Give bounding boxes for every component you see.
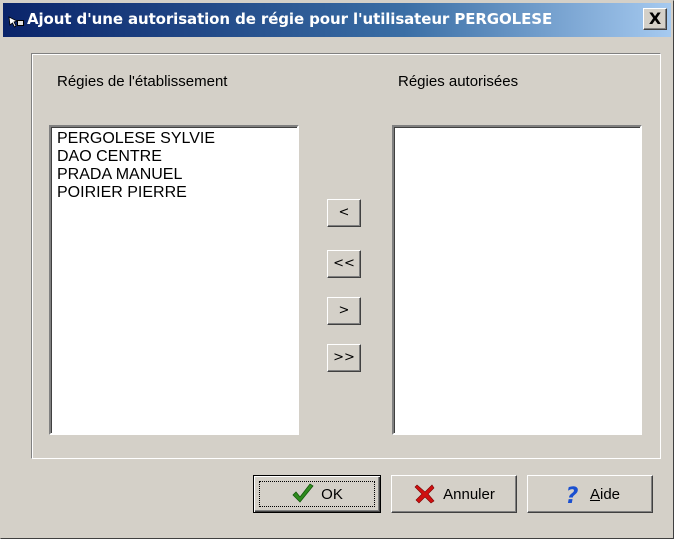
close-icon: X (648, 9, 662, 28)
dialog-window: Ajout d'une autorisation de régie pour l… (0, 0, 674, 539)
list-item[interactable]: POIRIER PIERRE (51, 184, 215, 202)
ok-button[interactable]: OK (253, 475, 381, 513)
available-regies-label: Régies de l'établissement (57, 73, 228, 90)
cancel-button[interactable]: Annuler (391, 475, 517, 513)
authorized-regies-label: Régies autorisées (398, 73, 519, 90)
help-label-rest: ide (599, 485, 621, 503)
add-one-button[interactable]: > (327, 297, 361, 325)
help-button[interactable]: ? Aide (527, 475, 653, 513)
available-regies-list[interactable]: PERGOLESE SYLVIE DAO CENTRE PRADA MANUEL… (49, 125, 299, 435)
help-mnemonic: A (589, 485, 600, 503)
list-item[interactable]: PERGOLESE SYLVIE (51, 130, 215, 148)
question-mark-icon: ? (560, 482, 584, 509)
cancel-label: Annuler (443, 485, 495, 503)
close-button[interactable]: X (643, 8, 667, 30)
list-item[interactable]: PRADA MANUEL (51, 166, 215, 184)
window-title: Ajout d'une autorisation de régie pour l… (27, 10, 553, 28)
checkmark-icon (291, 482, 315, 506)
list-item[interactable]: DAO CENTRE (51, 148, 215, 166)
authorized-regies-list[interactable] (392, 125, 642, 435)
title-bar[interactable]: Ajout d'une autorisation de régie pour l… (3, 3, 671, 37)
app-pointer-icon (7, 11, 25, 29)
remove-one-button[interactable]: < (327, 199, 361, 227)
remove-all-button[interactable]: << (327, 250, 361, 278)
add-all-button[interactable]: >> (327, 344, 361, 372)
ok-label: OK (321, 485, 343, 503)
svg-text:?: ? (566, 484, 579, 506)
help-label: Aide (590, 486, 620, 503)
red-x-icon (413, 482, 437, 506)
available-regies-items: PERGOLESE SYLVIE DAO CENTRE PRADA MANUEL… (51, 130, 215, 202)
